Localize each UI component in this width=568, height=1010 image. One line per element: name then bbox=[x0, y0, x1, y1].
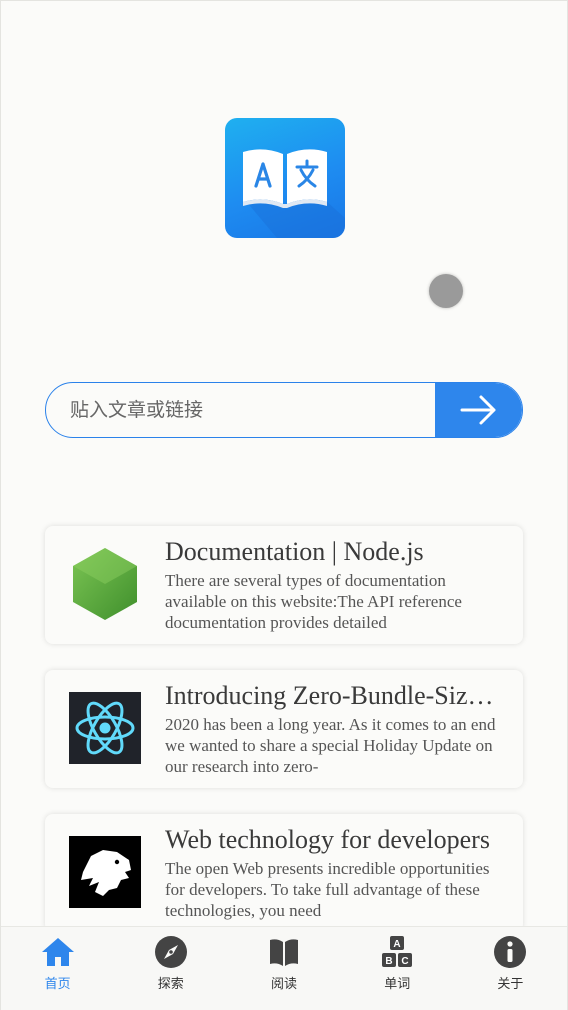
svg-text:C: C bbox=[402, 956, 409, 967]
tab-read[interactable]: 阅读 bbox=[227, 927, 340, 1010]
tab-label: 探索 bbox=[157, 977, 184, 992]
article-description: The open Web presents incredible opportu… bbox=[165, 859, 490, 920]
tab-words[interactable]: A B C 单词 bbox=[341, 927, 454, 1010]
article-description: 2020 has been a long year. As it comes t… bbox=[165, 715, 496, 776]
home-icon bbox=[41, 935, 75, 969]
article-title: Introducing Zero-Bundle-Size React Serve… bbox=[165, 681, 495, 710]
article-card[interactable]: Introducing Zero-Bundle-Size React Serve… bbox=[45, 670, 523, 788]
article-card[interactable]: Documentation | Node.js There are severa… bbox=[45, 526, 523, 644]
book-icon bbox=[267, 935, 301, 969]
tab-about[interactable]: 关于 bbox=[454, 927, 567, 1010]
search-bar bbox=[45, 382, 523, 438]
tab-explore[interactable]: 探索 bbox=[114, 927, 227, 1010]
tab-label: 单词 bbox=[384, 977, 411, 992]
tab-label: 阅读 bbox=[271, 977, 298, 992]
tab-label: 首页 bbox=[44, 977, 71, 992]
app-logo bbox=[225, 118, 345, 238]
arrow-right-icon bbox=[460, 395, 495, 425]
article-card[interactable]: Web technology for developers The open W… bbox=[45, 814, 523, 932]
tab-home[interactable]: 首页 bbox=[1, 927, 114, 1010]
loading-indicator bbox=[429, 274, 463, 308]
svg-text:B: B bbox=[386, 956, 393, 967]
submit-arrow-button[interactable] bbox=[435, 383, 522, 437]
article-title: Documentation | Node.js bbox=[165, 537, 424, 566]
info-icon bbox=[493, 935, 527, 969]
mdn-dino-logo-icon bbox=[69, 836, 141, 908]
react-logo-icon bbox=[69, 692, 141, 764]
article-description: There are several types of documentation… bbox=[165, 571, 462, 632]
article-link-input[interactable] bbox=[46, 383, 436, 437]
compass-icon bbox=[154, 935, 188, 969]
nodejs-logo-icon bbox=[69, 548, 141, 620]
abc-blocks-icon: A B C bbox=[380, 935, 414, 969]
article-title: Web technology for developers bbox=[165, 825, 490, 854]
translate-book-icon bbox=[243, 149, 345, 238]
bottom-tab-bar: 首页 探索 阅读 A B C 单词 关于 bbox=[1, 926, 567, 1010]
svg-text:A: A bbox=[394, 939, 401, 950]
tab-label: 关于 bbox=[497, 977, 524, 992]
